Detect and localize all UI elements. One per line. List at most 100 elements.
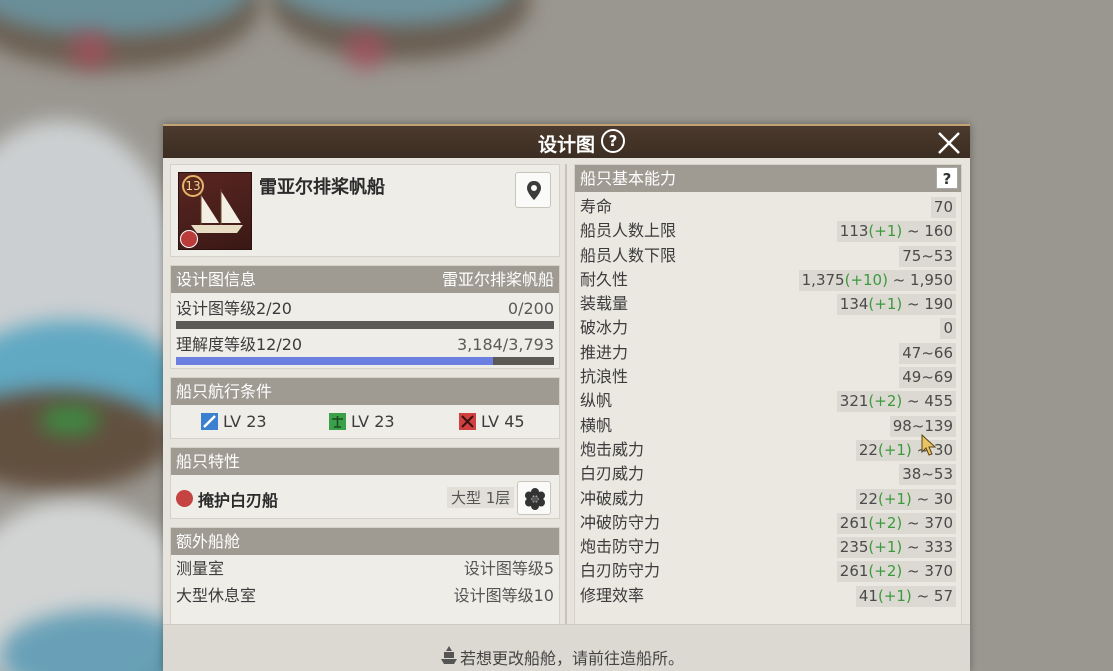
stat-max: ~ 1,950 — [887, 270, 953, 289]
stat-name: 白刃威力 — [580, 464, 645, 484]
understanding-value: 3,184/3,793 — [457, 335, 554, 354]
stat-base: 235 — [839, 538, 869, 557]
trait-icon — [176, 490, 193, 507]
adventure-level: LV 23 — [201, 412, 267, 431]
stat-value: 41(+1) ~ 57 — [855, 585, 956, 607]
stat-row: 横帆 98~139 — [575, 414, 961, 438]
stat-base: 49~69 — [902, 368, 953, 387]
location-button[interactable] — [515, 172, 551, 208]
stat-value: 47~66 — [899, 342, 956, 364]
stat-name: 炮击防守力 — [580, 537, 661, 557]
stat-value: 134(+1) ~ 190 — [836, 294, 956, 316]
stat-row: 抗浪性 49~69 — [575, 365, 961, 389]
stat-name: 炮击威力 — [580, 439, 645, 459]
sail-conditions-header: 船只航行条件 — [171, 378, 559, 405]
stat-value: 22(+1) ~ 30 — [855, 488, 956, 510]
stat-base: 261 — [839, 562, 869, 581]
understanding-bar — [176, 357, 554, 365]
condition-label: LV 23 — [223, 412, 267, 431]
dialog-footer: 若想更改船舱，请前往造船所。 — [163, 624, 970, 671]
stat-value: 113(+1) ~ 160 — [836, 221, 956, 243]
stat-name: 抗浪性 — [580, 367, 629, 387]
stat-base: 22 — [858, 489, 878, 508]
trade-level: LV 23 — [329, 412, 395, 431]
stat-base: 98~139 — [892, 416, 953, 435]
basic-stats-card: 船只基本能力 ? 寿命 70 船员人数上限 113(+1) ~ 160 船员人数下限 75… — [574, 164, 962, 624]
stat-bonus: (+1) — [868, 222, 903, 241]
stat-bonus: (+2) — [868, 513, 903, 532]
section-title: 船只航行条件 — [176, 382, 273, 401]
stat-value: 22(+1) ~ 30 — [855, 439, 956, 461]
stat-name: 修理效率 — [580, 585, 645, 605]
cabin-layout-button[interactable] — [517, 481, 551, 515]
left-panel: 13 雷亚尔排桨帆船 设计图信息 雷亚尔排桨帆船 设计图等级2/20 0/200 — [170, 164, 560, 624]
stat-value: 49~69 — [899, 367, 956, 389]
extra-cabins-card: 额外船舱 测量室 设计图等级5 大型休息室 设计图等级10 — [170, 527, 560, 624]
stat-row: 寿命 70 — [575, 195, 961, 219]
close-icon[interactable] — [935, 129, 963, 157]
stat-value: 0 — [940, 318, 956, 340]
stat-name: 推进力 — [580, 342, 629, 362]
ship-name: 雷亚尔排桨帆船 — [259, 177, 385, 198]
stat-base: 1,375 — [801, 270, 845, 289]
stat-bonus: (+2) — [868, 562, 903, 581]
stat-name: 冲破防守力 — [580, 512, 661, 532]
stat-max: ~ 30 — [911, 489, 953, 508]
map-pin-icon — [527, 181, 541, 200]
help-icon[interactable]: ? — [936, 167, 958, 189]
blueprint-dialog: 设计图 ? 13 雷亚尔排桨帆船 设计图信息 雷亚尔排桨帆船 设计图等级2/20… — [163, 124, 970, 671]
stat-name: 纵帆 — [580, 391, 613, 411]
grade-badge: 13 — [182, 175, 204, 197]
trade-icon — [329, 413, 346, 430]
right-panel[interactable]: 船只基本能力 ? 寿命 70 船员人数上限 113(+1) ~ 160 船员人数下限 75… — [574, 164, 962, 624]
mouse-cursor-icon — [921, 434, 937, 456]
ship-traits-card: 船只特性 掩护白刃船 大型 1层 — [170, 447, 560, 519]
section-title: 船只特性 — [176, 452, 241, 471]
stat-value: 38~53 — [899, 464, 956, 486]
ship-traits-header: 船只特性 — [171, 448, 559, 475]
ship-card: 13 雷亚尔排桨帆船 — [170, 164, 560, 257]
stat-bonus: (+1) — [868, 295, 903, 314]
section-title: 船只基本能力 — [580, 169, 677, 188]
stat-base: 321 — [839, 392, 869, 411]
stat-max: ~ 333 — [902, 538, 953, 557]
stat-name: 横帆 — [580, 415, 613, 435]
stat-bonus: (+2) — [868, 392, 903, 411]
stat-bonus: (+1) — [877, 489, 912, 508]
stat-name: 破冰力 — [580, 318, 629, 338]
stat-row: 冲破防守力 261(+2) ~ 370 — [575, 511, 961, 535]
blueprint-info-header: 设计图信息 雷亚尔排桨帆船 — [171, 266, 559, 293]
dialog-title: 设计图 — [538, 134, 596, 156]
shipyard-icon — [441, 646, 457, 664]
stat-base: 134 — [839, 295, 869, 314]
stats-list: 寿命 70 船员人数上限 113(+1) ~ 160 船员人数下限 75~53 耐久性 1,3… — [575, 195, 961, 608]
stat-max: ~ 370 — [902, 562, 953, 581]
help-icon[interactable]: ? — [601, 129, 625, 153]
stat-row: 破冰力 0 — [575, 316, 961, 340]
stat-bonus: (+1) — [868, 538, 903, 557]
blueprint-level-label: 设计图等级2/20 — [176, 299, 292, 318]
battle-level: LV 45 — [459, 412, 525, 431]
blueprint-name: 雷亚尔排桨帆船 — [441, 270, 554, 289]
stat-row: 修理效率 41(+1) ~ 57 — [575, 584, 961, 608]
cabin-requirement: 设计图等级10 — [453, 586, 554, 605]
adventure-icon — [201, 413, 218, 430]
ship-thumbnail[interactable]: 13 — [178, 172, 252, 250]
footer-hint: 若想更改船舱，请前往造船所。 — [460, 649, 685, 668]
understanding-row: 理解度等级12/20 3,184/3,793 — [171, 333, 559, 357]
stat-max: ~ 455 — [902, 392, 953, 411]
blueprint-level-value: 0/200 — [507, 299, 554, 318]
basic-stats-header: 船只基本能力 ? — [575, 165, 961, 192]
stat-base: 70 — [933, 198, 953, 216]
stat-max: ~ 190 — [902, 295, 953, 314]
trait-size: 大型 1层 — [447, 487, 515, 508]
list-item: 大型休息室 设计图等级10 — [171, 582, 559, 609]
dialog-header: 设计图 ? — [163, 124, 970, 158]
stat-name: 装载量 — [580, 294, 629, 314]
blueprint-level-row: 设计图等级2/20 0/200 — [171, 297, 559, 321]
stat-bonus: (+10) — [844, 270, 888, 289]
stat-base: 0 — [943, 319, 953, 338]
stat-value: 70 — [930, 197, 956, 218]
stat-name: 船员人数下限 — [580, 245, 677, 265]
stat-row: 冲破威力 22(+1) ~ 30 — [575, 487, 961, 511]
